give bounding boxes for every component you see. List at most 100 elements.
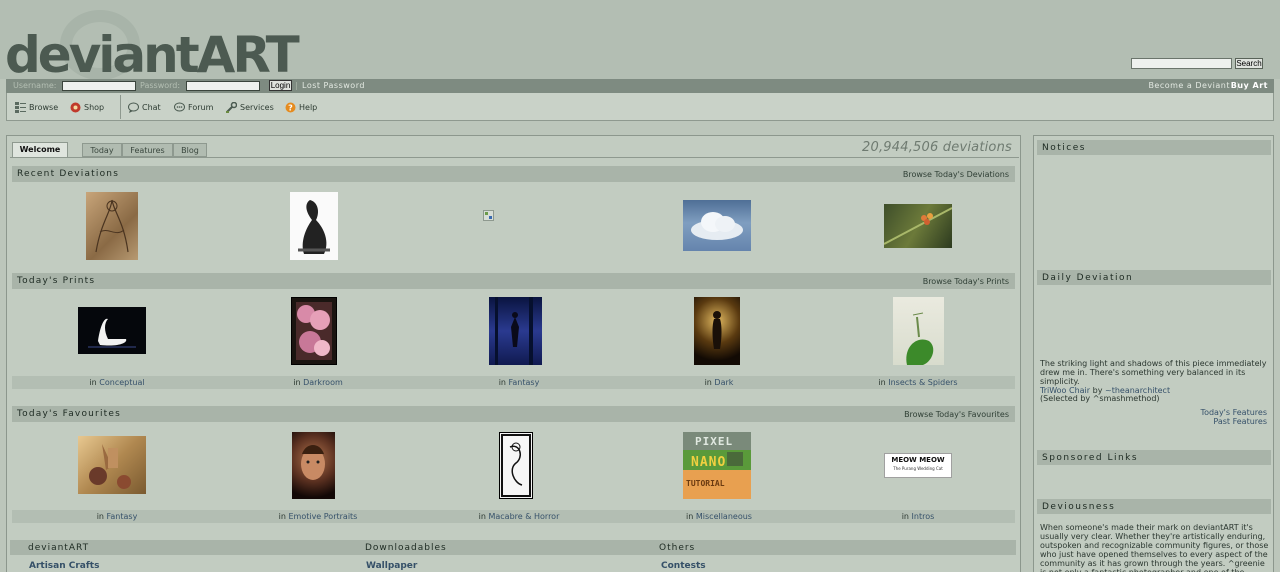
- prints-category-5: in Insects & Spiders: [818, 378, 1018, 387]
- category-link[interactable]: Macabre & Horror: [488, 512, 559, 521]
- daily-deviation-title: Daily Deviation: [1042, 273, 1134, 283]
- footer-link-wallpaper[interactable]: Wallpaper: [366, 561, 417, 571]
- in-label: in: [498, 378, 506, 387]
- browse-favourites-link[interactable]: Browse Today's Favourites: [904, 410, 1009, 419]
- in-label: in: [89, 378, 97, 387]
- print-thumb-4[interactable]: [694, 297, 740, 365]
- category-link[interactable]: Fantasy: [509, 378, 540, 387]
- buy-art-link[interactable]: Buy Art: [1231, 81, 1268, 90]
- recent-thumb-1[interactable]: [86, 192, 138, 260]
- nano-title: NANO: [691, 455, 727, 470]
- daily-text: The striking light and shadows of this p…: [1040, 359, 1267, 386]
- become-deviant-link[interactable]: Become a Deviant: [1148, 81, 1230, 90]
- category-link[interactable]: Insects & Spiders: [888, 378, 957, 387]
- broken-image-icon: [485, 212, 492, 219]
- category-link[interactable]: Intros: [912, 512, 935, 521]
- meow-title: MEOW MEOW: [891, 456, 945, 464]
- in-label: in: [478, 512, 486, 521]
- in-label: in: [278, 512, 286, 521]
- username-field[interactable]: [62, 81, 136, 91]
- pixel-title: PIXEL: [695, 435, 734, 448]
- category-link[interactable]: Darkroom: [303, 378, 343, 387]
- section-title: Recent Deviations: [17, 169, 120, 179]
- browse-prints-link[interactable]: Browse Today's Prints: [923, 277, 1009, 286]
- in-label: in: [96, 512, 104, 521]
- footer-heading-others: Others: [659, 543, 696, 553]
- category-link[interactable]: Conceptual: [99, 378, 144, 387]
- favourites-category-4: in Miscellaneous: [619, 512, 819, 521]
- print-thumb-3[interactable]: [489, 297, 542, 365]
- tab-today[interactable]: Today: [82, 143, 122, 157]
- todays-prints-header: Today's Prints Browse Today's Prints: [12, 273, 1015, 289]
- favourite-thumb-1[interactable]: [78, 436, 146, 494]
- in-label: in: [704, 378, 712, 387]
- category-link[interactable]: Dark: [714, 378, 733, 387]
- main-nav: Browse Shop Chat Forum Services ? Help: [6, 93, 1274, 121]
- favourites-category-3: in Macabre & Horror: [419, 512, 619, 521]
- tab-welcome[interactable]: Welcome: [12, 142, 68, 158]
- ink-drawing-image: [298, 200, 330, 254]
- prints-category-1: in Conceptual: [17, 378, 217, 387]
- browse-icon: [15, 101, 26, 113]
- forum-icon: [174, 102, 185, 111]
- username-label: Username:: [13, 81, 57, 90]
- favourite-thumb-5[interactable]: MEOW MEOW The Purang Wedding Cat: [884, 453, 952, 478]
- favourite-thumb-3[interactable]: [499, 432, 533, 499]
- nav-shop[interactable]: Shop: [70, 100, 104, 114]
- print-thumb-5[interactable]: [893, 297, 944, 365]
- recent-thumb-2[interactable]: [290, 192, 338, 260]
- footer-link-contests[interactable]: Contests: [661, 561, 706, 571]
- search-input[interactable]: [1131, 58, 1232, 69]
- print-thumb-2[interactable]: [291, 297, 337, 365]
- login-bar: Username: Password: Login | Lost Passwor…: [6, 79, 1274, 93]
- prints-category-3: in Fantasy: [419, 378, 619, 387]
- favourites-category-2: in Emotive Portraits: [218, 512, 418, 521]
- sidebar: Notices Daily Deviation The striking lig…: [1033, 135, 1274, 572]
- recent-thumb-5[interactable]: [883, 204, 953, 248]
- tabs-underline: [10, 157, 1019, 158]
- shop-icon: [70, 102, 81, 112]
- meow-subtitle: The Purang Wedding Cat: [893, 466, 943, 471]
- footer-columns-header: deviantART Downloadables Others: [10, 540, 1016, 555]
- search-button[interactable]: Search: [1235, 58, 1263, 69]
- prints-category-4: in Dark: [619, 378, 819, 387]
- portrait-photo: [301, 445, 325, 480]
- browse-today-link[interactable]: Browse Today's Deviations: [903, 170, 1009, 179]
- deviousness-header: Deviousness: [1037, 499, 1271, 514]
- recent-thumb-4[interactable]: [683, 200, 751, 251]
- macabre-drawing-image: [501, 434, 531, 497]
- password-field[interactable]: [186, 81, 260, 91]
- footer-heading-deviantart: deviantART: [28, 543, 90, 553]
- print-thumb-1[interactable]: [78, 307, 146, 354]
- swan-image: [88, 318, 136, 348]
- selected-by: (Selected by ^smashmethod): [1040, 394, 1160, 403]
- category-link[interactable]: Fantasy: [107, 512, 138, 521]
- lost-password-link[interactable]: Lost Password: [302, 81, 365, 90]
- favourite-thumb-2[interactable]: [292, 432, 335, 499]
- recent-thumb-3-broken[interactable]: [483, 210, 494, 221]
- daily-deviation-header: Daily Deviation: [1037, 270, 1271, 285]
- tab-features[interactable]: Features: [122, 143, 173, 157]
- nav-help-label: Help: [299, 102, 318, 112]
- site-logo[interactable]: deviantART: [5, 30, 300, 80]
- leaf-photo: [883, 207, 953, 245]
- nav-chat[interactable]: Chat: [128, 100, 161, 114]
- nav-forum[interactable]: Forum: [174, 100, 213, 114]
- nav-forum-label: Forum: [188, 102, 214, 112]
- category-link[interactable]: Miscellaneous: [696, 512, 752, 521]
- nav-divider: [120, 95, 121, 119]
- tab-blog[interactable]: Blog: [173, 143, 207, 157]
- login-button[interactable]: Login: [269, 80, 292, 91]
- nav-help[interactable]: ? Help: [285, 100, 317, 114]
- category-link[interactable]: Emotive Portraits: [288, 512, 357, 521]
- todays-features-link[interactable]: Today's Features: [1201, 408, 1267, 417]
- section-title: Today's Prints: [17, 276, 96, 286]
- fantasy-forest-image: [495, 297, 533, 365]
- footer-heading-downloadables: Downloadables: [365, 543, 447, 553]
- past-features-link[interactable]: Past Features: [1213, 417, 1267, 426]
- blossom-image: [296, 302, 332, 360]
- nav-services[interactable]: Services: [226, 100, 274, 114]
- footer-link-artisan-crafts[interactable]: Artisan Crafts: [29, 561, 99, 571]
- favourite-thumb-4[interactable]: PIXEL NANO TUTORIAL: [683, 432, 751, 499]
- nav-browse[interactable]: Browse: [15, 100, 58, 114]
